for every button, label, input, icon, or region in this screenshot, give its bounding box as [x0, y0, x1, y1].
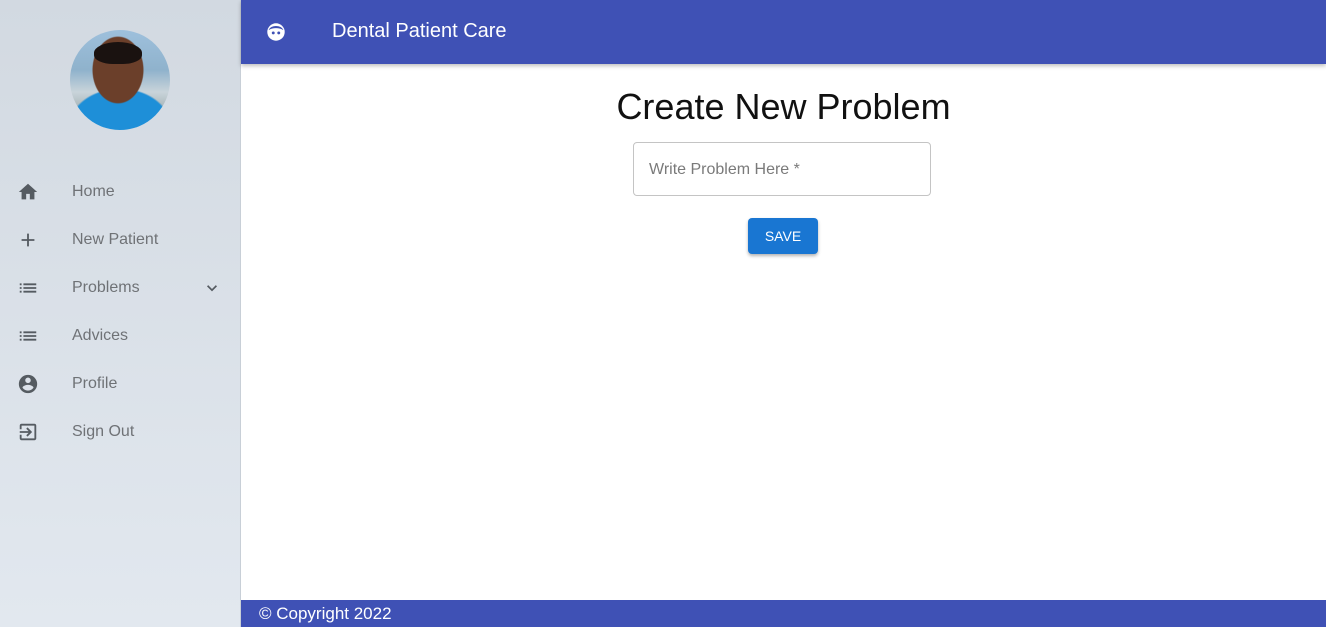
account-circle-icon: [17, 373, 39, 395]
sidebar-item-advices[interactable]: Advices: [0, 312, 240, 360]
problem-input[interactable]: [647, 143, 921, 197]
page-title: Create New Problem: [616, 86, 951, 127]
plus-icon: [17, 229, 39, 251]
save-button[interactable]: SAVE: [748, 218, 818, 254]
sidebar-item-problems[interactable]: Problems: [0, 264, 240, 312]
list-icon: [17, 325, 39, 347]
problem-field[interactable]: [633, 142, 931, 197]
sidebar-item-label: Profile: [72, 375, 118, 392]
sidebar-item-sign-out[interactable]: Sign Out: [0, 408, 240, 456]
sidebar-nav: Home New Patient Problems Advices Profil…: [0, 168, 240, 456]
avatar[interactable]: [70, 30, 170, 130]
sidebar-item-profile[interactable]: Profile: [0, 360, 240, 408]
app-title: Dental Patient Care: [332, 20, 507, 42]
list-icon: [17, 277, 39, 299]
sidebar-item-label: Sign Out: [72, 423, 135, 440]
footer: © Copyright 2022: [241, 600, 1326, 627]
copyright-text: © Copyright 2022: [259, 604, 392, 623]
sidebar-item-label: Home: [72, 183, 115, 200]
sidebar-item-new-patient[interactable]: New Patient: [0, 216, 240, 264]
sidebar: Home New Patient Problems Advices Profil…: [0, 0, 241, 627]
sidebar-item-label: New Patient: [72, 231, 159, 248]
app-bar: Dental Patient Care: [241, 0, 1326, 64]
sidebar-item-label: Problems: [72, 279, 140, 296]
home-icon: [17, 181, 39, 203]
avatar-hair: [94, 42, 142, 64]
chevron-down-icon[interactable]: [202, 278, 222, 298]
sidebar-item-label: Advices: [72, 327, 129, 344]
sidebar-item-home[interactable]: Home: [0, 168, 240, 216]
exit-icon: [17, 421, 39, 443]
tooth-face-icon[interactable]: [265, 21, 287, 43]
